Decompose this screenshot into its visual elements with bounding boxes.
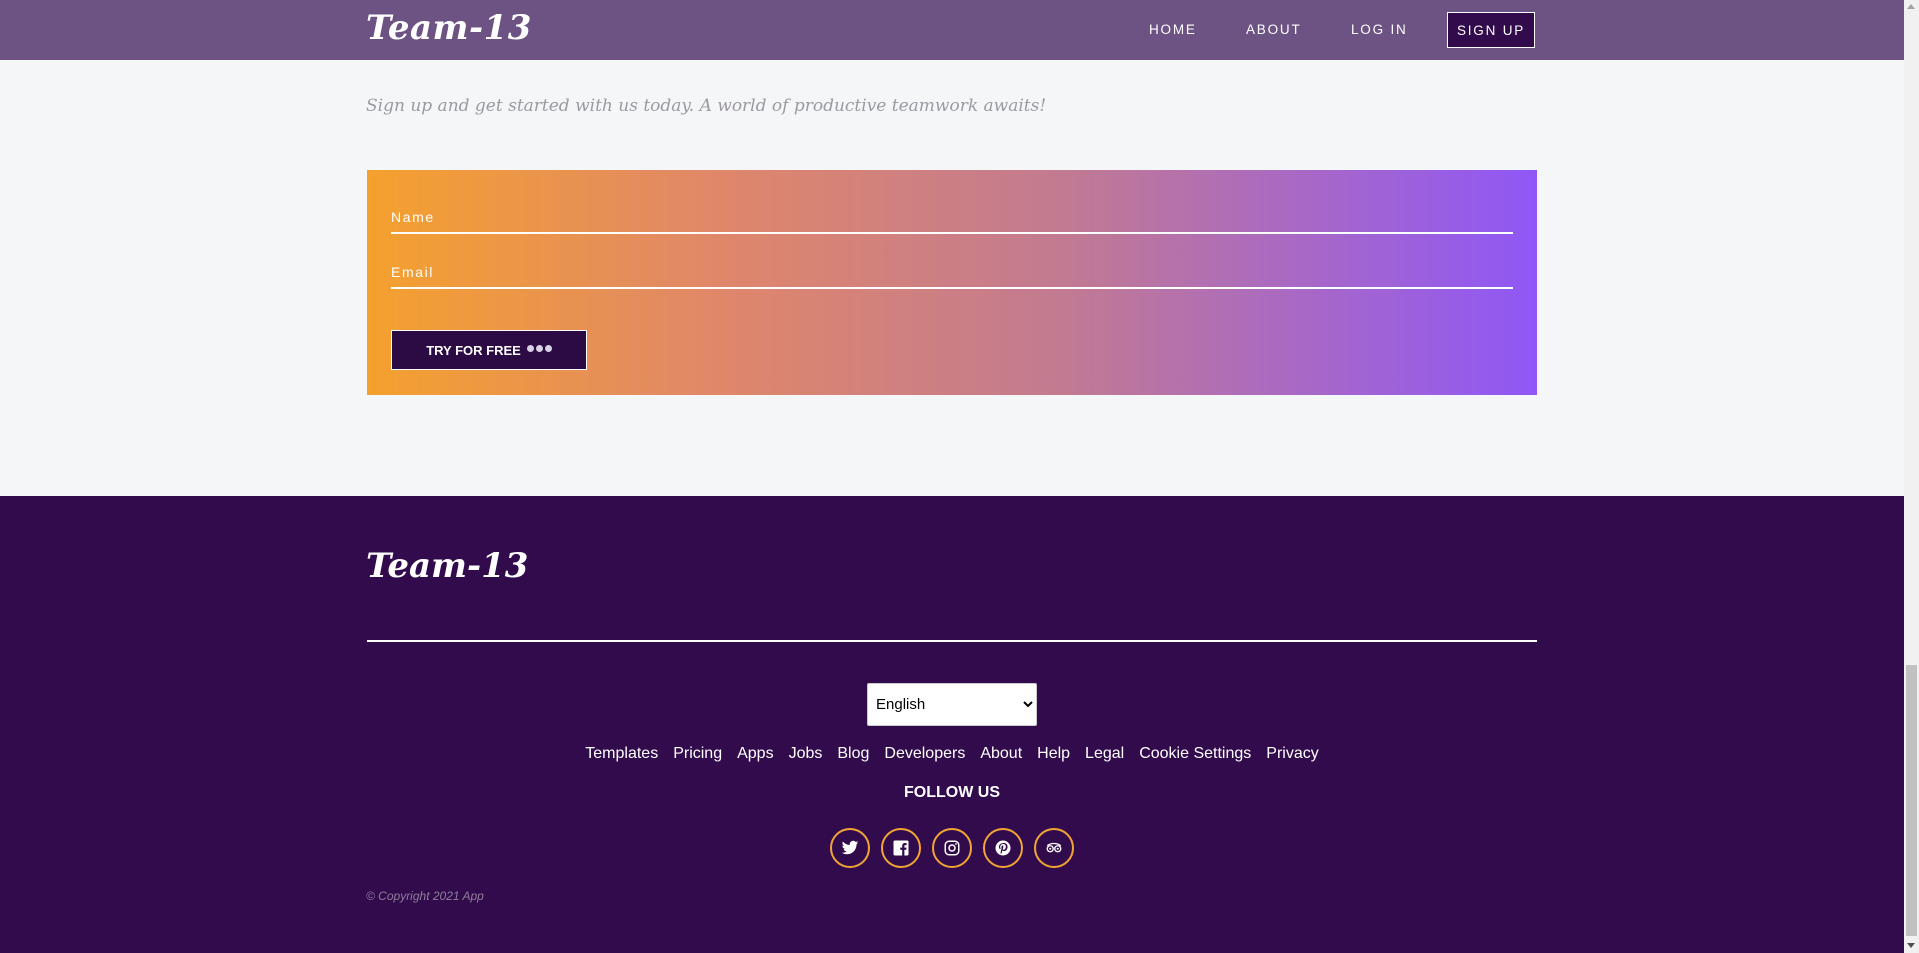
- footer-brand-logo[interactable]: Team-13: [366, 546, 528, 586]
- footer-link-cookie-settings[interactable]: Cookie Settings: [1139, 745, 1251, 763]
- footer-link-legal[interactable]: Legal: [1085, 745, 1124, 763]
- instagram-button[interactable]: [932, 828, 972, 868]
- footer-link-jobs[interactable]: Jobs: [789, 745, 823, 763]
- nav-links: HOME ABOUT LOG IN SIGN UP: [0, 0, 1904, 60]
- loading-dots-icon: [526, 344, 552, 352]
- follow-us-heading: FOLLOW US: [904, 784, 1000, 801]
- facebook-icon: [893, 840, 909, 856]
- language-select[interactable]: English: [867, 683, 1037, 726]
- tripadvisor-icon: [1046, 842, 1062, 853]
- name-field: [391, 202, 1513, 234]
- signup-form-panel: TRY FOR FREE: [367, 170, 1537, 395]
- pinterest-button[interactable]: [983, 828, 1023, 868]
- tripadvisor-button[interactable]: [1034, 828, 1074, 868]
- signup-tagline: Sign up and get started with us today. A…: [366, 96, 1047, 116]
- email-field: [391, 257, 1513, 289]
- scrollbar-thumb[interactable]: [1906, 665, 1917, 936]
- email-input[interactable]: [391, 257, 1513, 287]
- try-for-free-button[interactable]: TRY FOR FREE: [391, 330, 587, 370]
- footer-link-help[interactable]: Help: [1037, 745, 1070, 763]
- footer-link-templates[interactable]: Templates: [585, 745, 658, 763]
- try-for-free-label: TRY FOR FREE: [426, 342, 521, 358]
- social-links: [0, 828, 1904, 868]
- footer-link-blog[interactable]: Blog: [837, 745, 869, 763]
- scroll-up-arrow-icon[interactable]: [1907, 4, 1915, 9]
- facebook-button[interactable]: [881, 828, 921, 868]
- nav-home-link[interactable]: HOME: [1149, 22, 1197, 37]
- page-scrollbar[interactable]: [1904, 0, 1919, 953]
- twitter-icon: [841, 840, 859, 855]
- top-navbar: Team-13 HOME ABOUT LOG IN SIGN UP: [0, 0, 1904, 60]
- footer-link-about[interactable]: About: [980, 745, 1022, 763]
- twitter-button[interactable]: [830, 828, 870, 868]
- footer-links: Templates Pricing Apps Jobs Blog Develop…: [0, 745, 1904, 763]
- footer-link-developers[interactable]: Developers: [884, 745, 965, 763]
- footer-link-pricing[interactable]: Pricing: [673, 745, 722, 763]
- copyright-notice: © Copyright 2021 App: [366, 889, 484, 903]
- nav-about-link[interactable]: ABOUT: [1246, 22, 1302, 37]
- footer-link-apps[interactable]: Apps: [737, 745, 773, 763]
- footer-link-privacy[interactable]: Privacy: [1266, 745, 1318, 763]
- nav-signup-button[interactable]: SIGN UP: [1447, 12, 1535, 48]
- nav-login-link[interactable]: LOG IN: [1351, 22, 1408, 37]
- page: Team-13 HOME ABOUT LOG IN SIGN UP Sign u…: [0, 0, 1919, 953]
- instagram-icon: [944, 840, 960, 856]
- scroll-down-arrow-icon[interactable]: [1907, 943, 1915, 948]
- pinterest-icon: [995, 840, 1011, 856]
- footer: Team-13 English Templates Pricing Apps J…: [0, 496, 1904, 953]
- name-input[interactable]: [391, 202, 1513, 232]
- footer-divider: [367, 640, 1537, 642]
